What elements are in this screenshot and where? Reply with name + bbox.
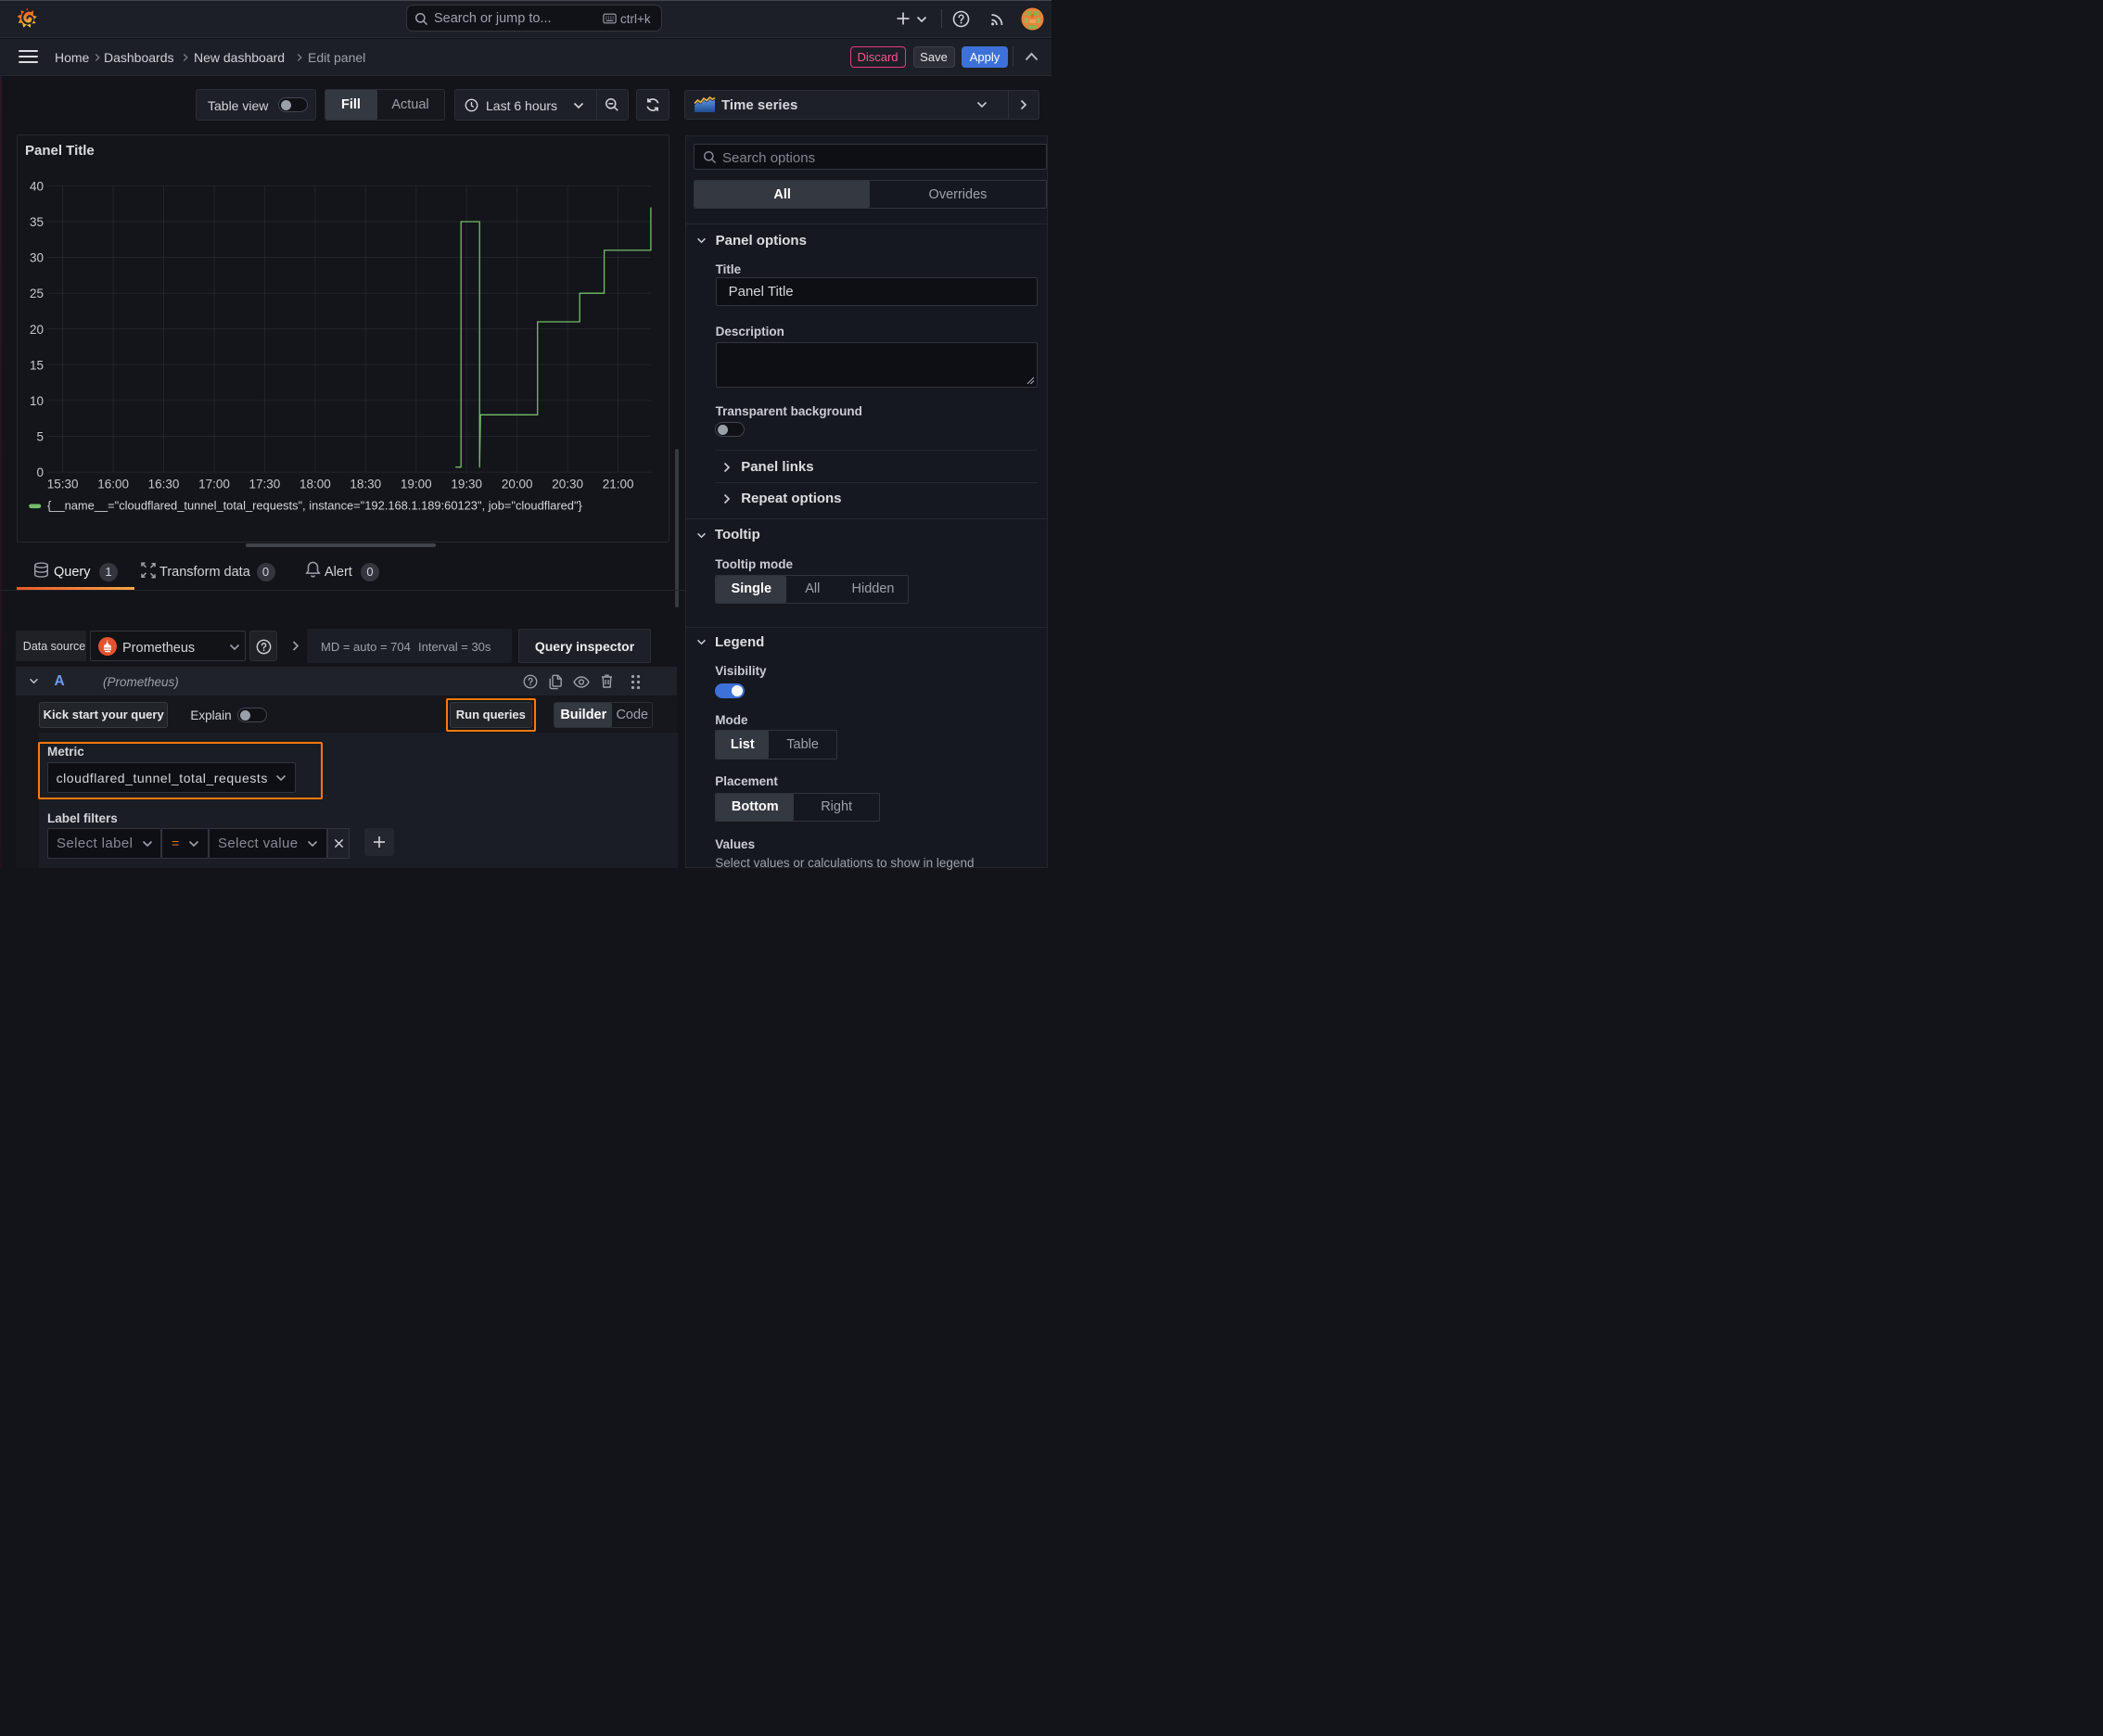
- svg-text:17:30: 17:30: [249, 478, 280, 491]
- svg-text:19:30: 19:30: [451, 478, 482, 491]
- svg-text:16:00: 16:00: [97, 478, 129, 491]
- svg-text:40: 40: [30, 180, 44, 194]
- svg-text:30: 30: [30, 251, 44, 265]
- svg-text:18:30: 18:30: [350, 478, 381, 491]
- svg-text:20:00: 20:00: [502, 478, 533, 491]
- svg-text:21:00: 21:00: [603, 478, 634, 491]
- svg-text:0: 0: [36, 466, 44, 479]
- svg-text:17:00: 17:00: [198, 478, 230, 491]
- svg-text:15:30: 15:30: [47, 478, 79, 491]
- svg-text:25: 25: [30, 287, 44, 300]
- svg-text:20:30: 20:30: [552, 478, 583, 491]
- svg-text:5: 5: [36, 430, 44, 444]
- svg-text:35: 35: [30, 215, 44, 229]
- svg-text:20: 20: [30, 323, 44, 337]
- svg-text:{__name__="cloudflared_tunnel_: {__name__="cloudflared_tunnel_total_requ…: [47, 499, 583, 513]
- svg-text:15: 15: [30, 358, 44, 372]
- svg-text:10: 10: [30, 394, 44, 408]
- svg-text:19:00: 19:00: [401, 478, 432, 491]
- svg-text:16:30: 16:30: [147, 478, 179, 491]
- svg-text:18:00: 18:00: [300, 478, 331, 491]
